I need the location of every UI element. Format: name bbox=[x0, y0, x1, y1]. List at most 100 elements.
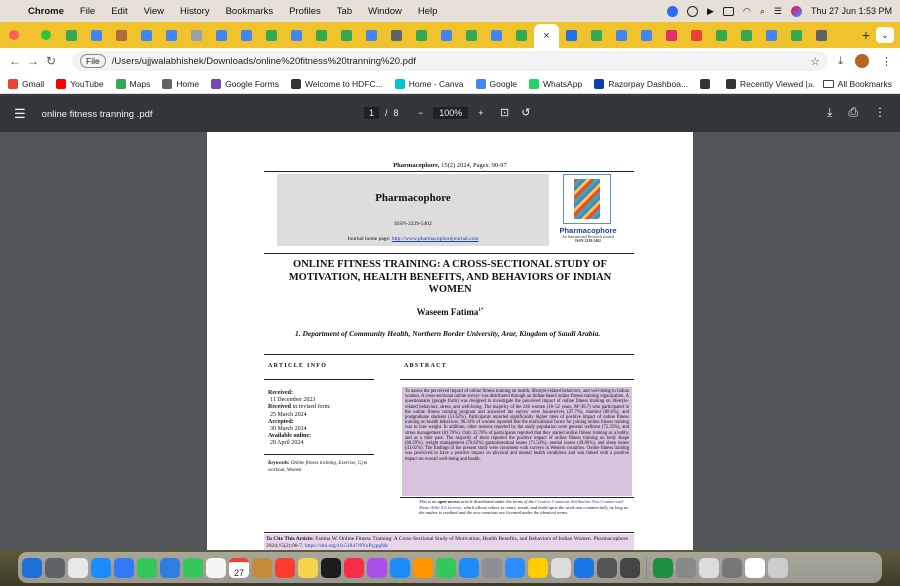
dock-app-icon[interactable] bbox=[551, 557, 571, 578]
menu-edit[interactable]: Edit bbox=[111, 6, 127, 17]
dock-app-icon[interactable] bbox=[367, 557, 387, 578]
browser-tab[interactable] bbox=[684, 25, 709, 45]
download-icon[interactable]: ⤓ bbox=[827, 105, 832, 120]
more-bookmarks-chevron[interactable]: » bbox=[808, 79, 813, 89]
browser-tab[interactable] bbox=[509, 25, 534, 45]
reload-icon[interactable]: ↻ bbox=[42, 54, 60, 68]
dock-app-icon[interactable] bbox=[436, 557, 456, 578]
dock-app-icon[interactable] bbox=[298, 557, 318, 578]
page-number-input[interactable]: 1 bbox=[364, 107, 380, 119]
dock-app-icon[interactable] bbox=[699, 557, 719, 578]
browser-tab[interactable] bbox=[359, 25, 384, 45]
all-bookmarks-button[interactable]: All Bookmarks bbox=[822, 79, 892, 89]
menu-profiles[interactable]: Profiles bbox=[289, 6, 321, 17]
browser-tab[interactable] bbox=[109, 25, 134, 45]
play-icon[interactable]: ▶ bbox=[707, 6, 714, 17]
new-tab-button[interactable]: + bbox=[856, 27, 876, 43]
browser-tab[interactable] bbox=[234, 25, 259, 45]
zoom-status-icon[interactable] bbox=[667, 5, 679, 17]
browser-tab[interactable] bbox=[459, 25, 484, 45]
url-text[interactable]: /Users/ujjwalabhishek/Downloads/online%2… bbox=[112, 56, 416, 67]
active-tab[interactable]: × bbox=[534, 24, 559, 48]
bookmark-item[interactable]: Welcome to HDFC... bbox=[290, 78, 383, 89]
browser-tab[interactable] bbox=[284, 25, 309, 45]
zoom-out-button[interactable]: − bbox=[418, 108, 423, 118]
zoom-in-button[interactable]: + bbox=[478, 108, 483, 118]
pdf-viewport[interactable]: Pharmacophore, 15(2) 2024, Pages: 90-97 … bbox=[0, 132, 900, 550]
browser-tab[interactable] bbox=[384, 25, 409, 45]
menu-view[interactable]: View bbox=[144, 6, 164, 17]
browser-tab[interactable] bbox=[559, 25, 584, 45]
forward-arrow-icon[interactable]: → bbox=[24, 54, 42, 68]
bookmark-item[interactable]: Razorpay Dashboa... bbox=[594, 78, 688, 89]
dock-app-icon[interactable] bbox=[574, 557, 594, 578]
dock-app-icon[interactable] bbox=[413, 557, 433, 578]
dock-app-icon[interactable] bbox=[722, 557, 742, 578]
dock-app-icon[interactable] bbox=[160, 557, 180, 578]
control-center-icon[interactable]: ☰ bbox=[774, 6, 782, 17]
dock-app-icon[interactable] bbox=[275, 557, 295, 578]
browser-tab[interactable] bbox=[59, 25, 84, 45]
bookmark-item[interactable]: Google bbox=[475, 78, 517, 89]
dock-app-icon[interactable] bbox=[597, 557, 617, 578]
dock-app-icon[interactable] bbox=[206, 557, 226, 578]
more-options-icon[interactable]: ⋮ bbox=[874, 105, 886, 120]
back-arrow-icon[interactable]: ← bbox=[6, 54, 24, 68]
siri-icon[interactable] bbox=[790, 5, 802, 17]
chrome-menu-icon[interactable]: ⋮ bbox=[881, 55, 892, 68]
browser-tab[interactable] bbox=[434, 25, 459, 45]
dock-app-icon[interactable] bbox=[482, 557, 502, 578]
menu-window[interactable]: Window bbox=[368, 6, 402, 17]
bookmark-star-icon[interactable]: ☆ bbox=[810, 55, 820, 68]
menubar-clock[interactable]: Thu 27 Jun 1:53 PM bbox=[811, 6, 892, 16]
browser-tab[interactable] bbox=[209, 25, 234, 45]
browser-tab[interactable] bbox=[634, 25, 659, 45]
dock-app-icon[interactable] bbox=[620, 557, 640, 578]
dock-app-icon[interactable] bbox=[45, 557, 65, 578]
doi-link[interactable]: https://doi.org/10.51847/8YoPyjpgMc bbox=[305, 543, 389, 549]
minimize-window-button[interactable] bbox=[25, 30, 35, 40]
rotate-icon[interactable]: ↺ bbox=[521, 106, 530, 119]
menu-bookmarks[interactable]: Bookmarks bbox=[226, 6, 274, 17]
dock-app-icon[interactable] bbox=[114, 557, 134, 578]
menu-history[interactable]: History bbox=[180, 6, 210, 17]
browser-tab[interactable] bbox=[259, 25, 284, 45]
browser-tab[interactable] bbox=[709, 25, 734, 45]
browser-tab[interactable] bbox=[159, 25, 184, 45]
screen-record-icon[interactable] bbox=[687, 5, 699, 17]
tab-search-chevron-icon[interactable]: ⌄ bbox=[876, 27, 894, 43]
battery-icon[interactable] bbox=[722, 6, 734, 16]
address-bar[interactable]: File /Users/ujjwalabhishek/Downloads/onl… bbox=[72, 51, 828, 71]
dock-app-icon[interactable] bbox=[344, 557, 364, 578]
browser-tab[interactable] bbox=[784, 25, 809, 45]
menu-help[interactable]: Help bbox=[418, 6, 438, 17]
dock-app-icon[interactable] bbox=[528, 557, 548, 578]
browser-tab[interactable] bbox=[334, 25, 359, 45]
bookmark-item[interactable]: Home bbox=[162, 78, 199, 89]
fit-to-page-icon[interactable]: ⊡ bbox=[500, 106, 509, 119]
browser-tab[interactable] bbox=[309, 25, 334, 45]
dock-app-icon[interactable] bbox=[68, 557, 88, 578]
browser-tab[interactable] bbox=[809, 25, 834, 45]
browser-tab[interactable] bbox=[659, 25, 684, 45]
dock-app-icon[interactable] bbox=[676, 557, 696, 578]
browser-tab[interactable] bbox=[84, 25, 109, 45]
close-tab-icon[interactable]: × bbox=[543, 30, 549, 42]
dock-app-icon[interactable] bbox=[653, 557, 673, 578]
dock-app-icon[interactable] bbox=[183, 557, 203, 578]
bookmark-item[interactable]: Gmail bbox=[8, 78, 44, 89]
browser-tab[interactable] bbox=[484, 25, 509, 45]
dock-app-icon[interactable] bbox=[390, 557, 410, 578]
bookmark-item[interactable]: Home - Canva bbox=[394, 78, 464, 89]
bookmark-item[interactable]: WhatsApp bbox=[528, 78, 582, 89]
dock-app-icon[interactable] bbox=[252, 557, 272, 578]
dock-app-icon[interactable] bbox=[321, 557, 341, 578]
profile-avatar[interactable] bbox=[855, 54, 869, 68]
menu-app-name[interactable]: Chrome bbox=[28, 6, 64, 17]
dock-app-icon[interactable] bbox=[745, 557, 765, 578]
calendar-app-icon[interactable]: 27 bbox=[229, 557, 249, 578]
dock-app-icon[interactable] bbox=[137, 557, 157, 578]
homepage-link[interactable]: http://www.pharmacophorejournal.com bbox=[392, 236, 479, 242]
search-icon[interactable]: ⌕ bbox=[760, 6, 765, 17]
bookmark-item[interactable]: YouTube bbox=[56, 78, 104, 89]
